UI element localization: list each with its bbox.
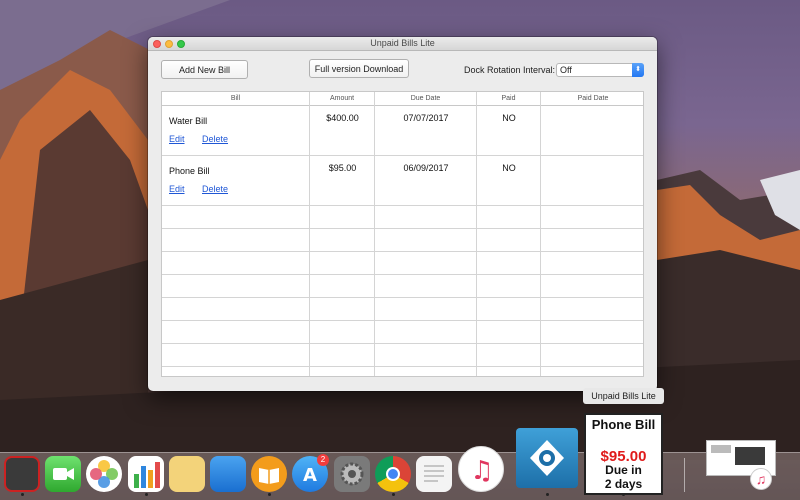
empty-row <box>162 229 643 252</box>
dock-rotation-select[interactable]: Off ⬍ <box>556 63 644 77</box>
unpaid-bills-dock-tile[interactable]: Phone Bill $95.00 Due in 2 days <box>584 413 663 495</box>
app-store-badge: 2 <box>317 454 329 466</box>
screen-capture-icon[interactable] <box>516 428 578 488</box>
bill-due-date: 06/09/2017 <box>403 163 449 173</box>
delete-link[interactable]: Delete <box>202 184 228 194</box>
keynote-icon[interactable] <box>210 456 246 492</box>
title-bar: Unpaid Bills Lite <box>148 37 657 51</box>
dock-tooltip: Unpaid Bills Lite <box>583 388 664 404</box>
add-new-bill-button[interactable]: Add New Bill <box>161 60 248 79</box>
running-indicator <box>546 493 549 496</box>
bill-name: Water Bill <box>169 116 208 126</box>
bill-amount: $400.00 <box>326 113 359 123</box>
dock-rotation-value: Off <box>560 65 572 75</box>
dock-divider <box>684 458 685 492</box>
book-icon <box>259 468 279 484</box>
flower-icon <box>90 460 118 488</box>
empty-row <box>162 275 643 298</box>
chevron-updown-icon: ⬍ <box>632 63 644 77</box>
edit-link[interactable]: Edit <box>169 184 185 194</box>
running-indicator <box>145 493 148 496</box>
empty-row <box>162 206 643 229</box>
running-indicator <box>622 493 625 496</box>
pages-icon[interactable] <box>169 456 205 492</box>
bar-chart-icon <box>134 462 160 488</box>
table-row[interactable]: Water Bill Edit Delete $400.00 07/07/201… <box>162 106 643 156</box>
tile-due-days: 2 days <box>604 477 643 491</box>
chrome-center-icon <box>386 467 400 481</box>
ibooks-icon[interactable] <box>251 456 287 492</box>
column-header-paid[interactable]: Paid <box>477 92 541 106</box>
camera-icon <box>53 468 74 480</box>
bill-paid-status: NO <box>502 113 516 123</box>
itunes-icon[interactable]: ♫ <box>458 446 504 492</box>
column-header-bill[interactable]: Bill <box>162 92 310 106</box>
svg-text:A: A <box>303 465 317 486</box>
empty-row <box>162 298 643 321</box>
empty-row <box>162 321 643 344</box>
textedit-icon[interactable] <box>416 456 452 492</box>
full-version-download-button[interactable]: Full version Download <box>309 59 409 78</box>
table-row[interactable]: Phone Bill Edit Delete $95.00 06/09/2017… <box>162 156 643 206</box>
app-window: Unpaid Bills Lite Add New Bill Full vers… <box>148 37 657 391</box>
edit-link[interactable]: Edit <box>169 134 185 144</box>
bills-table: Bill Amount Due Date Paid Paid Date Wate… <box>161 91 644 377</box>
system-preferences-icon[interactable] <box>334 456 370 492</box>
document-icon <box>424 465 444 482</box>
music-note-icon: ♫ <box>470 456 493 486</box>
aperture-icon <box>530 440 564 476</box>
bill-due-date: 07/07/2017 <box>403 113 449 123</box>
window-title: Unpaid Bills Lite <box>370 38 435 48</box>
table-header: Bill Amount Due Date Paid Paid Date <box>162 92 643 106</box>
facetime-icon[interactable] <box>45 456 81 492</box>
running-indicator <box>268 493 271 496</box>
bill-amount: $95.00 <box>328 163 357 173</box>
empty-row <box>162 252 643 275</box>
photo-booth-icon[interactable] <box>4 456 40 492</box>
numbers-icon[interactable] <box>128 456 164 492</box>
delete-link[interactable]: Delete <box>202 134 228 144</box>
bill-paid-status: NO <box>502 163 516 173</box>
tile-due-label: Due in <box>605 463 642 477</box>
empty-row <box>162 367 643 376</box>
bill-name: Phone Bill <box>169 166 210 176</box>
dock-rotation-label: Dock Rotation Interval: <box>464 65 556 75</box>
column-header-due-date[interactable]: Due Date <box>375 92 477 106</box>
running-indicator <box>392 493 395 496</box>
gear-icon <box>340 462 364 486</box>
itunes-mini-icon: ♫ <box>750 468 772 490</box>
column-header-amount[interactable]: Amount <box>310 92 375 106</box>
running-indicator <box>21 493 24 496</box>
photos-icon[interactable] <box>86 456 122 492</box>
empty-row <box>162 344 643 367</box>
chrome-icon[interactable] <box>375 456 411 492</box>
svg-text:♫: ♫ <box>470 456 493 486</box>
column-header-paid-date[interactable]: Paid Date <box>541 92 643 106</box>
tile-bill-name: Phone Bill <box>591 417 656 432</box>
